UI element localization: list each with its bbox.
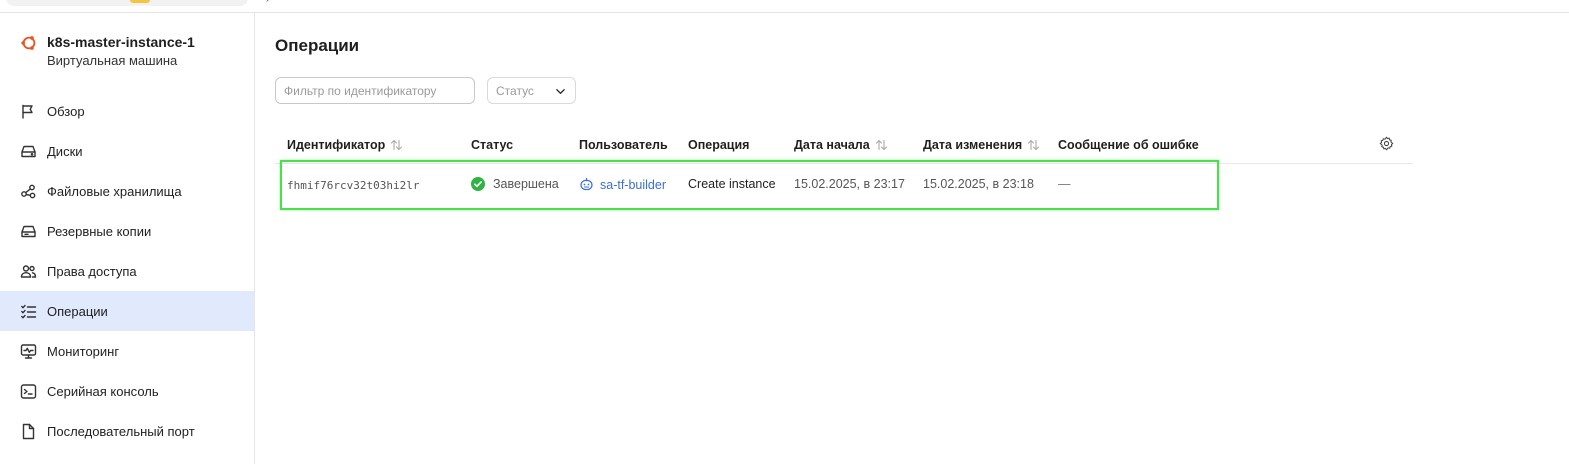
sidebar-item-overview[interactable]: Обзор bbox=[0, 91, 254, 131]
sidebar-item-label: Серийная консоль bbox=[47, 383, 159, 399]
operations-table: Идентификатор Статус Пользователь Операц… bbox=[275, 127, 1413, 210]
column-header-label: Сообщение об ошибке bbox=[1058, 138, 1199, 152]
vm-name: k8s-master-instance-1 bbox=[47, 34, 195, 50]
status-cell: Завершена bbox=[471, 177, 559, 191]
sidebar-item-access-rights[interactable]: Права доступа bbox=[0, 251, 254, 291]
sidebar: k8s-master-instance-1 Виртуальная машина… bbox=[0, 13, 255, 464]
checklist-icon bbox=[20, 303, 37, 320]
robot-icon bbox=[580, 177, 593, 191]
operation-name: Create instance bbox=[688, 177, 776, 191]
column-header-label: Статус bbox=[471, 138, 514, 152]
sort-icon bbox=[875, 139, 887, 151]
table-row[interactable]: fhmif76rcv32t03hi2lr Завершена sa-tf-bui… bbox=[275, 160, 1413, 210]
top-bar: › ▫ bbox=[0, 0, 1569, 13]
id-filter-input[interactable] bbox=[275, 77, 475, 104]
sidebar-item-serial-port[interactable]: Последовательный порт bbox=[0, 411, 254, 451]
column-header-start-date[interactable]: Дата начала bbox=[794, 138, 888, 152]
sidebar-item-monitoring[interactable]: Мониторинг bbox=[0, 331, 254, 371]
column-header-error: Сообщение об ошибке bbox=[1058, 138, 1199, 152]
operation-id: fhmif76rcv32t03hi2lr bbox=[287, 179, 420, 192]
main-content: Операции Статус Идентификатор Статус Пол… bbox=[275, 13, 1565, 464]
vm-header: k8s-master-instance-1 Виртуальная машина bbox=[20, 33, 195, 71]
modified-date: 15.02.2025, в 23:18 bbox=[923, 177, 1034, 191]
column-header-operation: Операция bbox=[688, 138, 749, 152]
sidebar-item-label: Резервные копии bbox=[47, 223, 152, 239]
sort-icon bbox=[1028, 139, 1040, 151]
sidebar-nav: Обзор Диски Файловые хранилища Резервные… bbox=[0, 91, 254, 451]
page-title: Операции bbox=[275, 36, 360, 55]
sidebar-item-label: Права доступа bbox=[47, 263, 137, 279]
disk-icon bbox=[20, 143, 37, 160]
top-search-stub[interactable] bbox=[6, 0, 248, 6]
monitor-icon bbox=[20, 343, 37, 360]
sidebar-item-label: Последовательный порт bbox=[47, 423, 195, 439]
column-header-label: Дата начала bbox=[794, 138, 870, 152]
sidebar-item-label: Файловые хранилища bbox=[47, 183, 182, 199]
status-text: Завершена bbox=[493, 177, 559, 191]
backup-icon bbox=[20, 223, 37, 240]
column-header-modified-date[interactable]: Дата изменения bbox=[923, 138, 1040, 152]
column-header-label: Пользователь bbox=[579, 138, 668, 152]
vm-type: Виртуальная машина bbox=[47, 53, 178, 68]
file-icon bbox=[20, 423, 37, 440]
status-select-label: Статус bbox=[496, 83, 534, 98]
sidebar-item-label: Обзор bbox=[47, 103, 85, 119]
terminal-icon bbox=[20, 383, 37, 400]
sidebar-item-operations[interactable]: Операции bbox=[0, 291, 254, 331]
gear-icon[interactable] bbox=[1379, 136, 1394, 151]
sidebar-item-label: Операции bbox=[47, 303, 108, 319]
column-header-id[interactable]: Идентификатор bbox=[287, 138, 403, 152]
column-header-user: Пользователь bbox=[579, 138, 668, 152]
column-header-label: Операция bbox=[688, 138, 750, 152]
share-nodes-icon bbox=[20, 183, 37, 200]
sidebar-item-backups[interactable]: Резервные копии bbox=[0, 211, 254, 251]
top-badge-stub bbox=[130, 0, 150, 3]
sidebar-item-label: Диски bbox=[47, 143, 83, 159]
column-header-status: Статус bbox=[471, 138, 513, 152]
column-header-label: Идентификатор bbox=[287, 138, 386, 152]
chevron-down-icon bbox=[556, 89, 565, 94]
ubuntu-icon bbox=[21, 36, 36, 50]
sidebar-item-file-storages[interactable]: Файловые хранилища bbox=[0, 171, 254, 211]
start-date: 15.02.2025, в 23:17 bbox=[794, 177, 905, 191]
check-circle-icon bbox=[471, 177, 485, 191]
sidebar-item-label: Мониторинг bbox=[47, 343, 120, 359]
users-icon bbox=[20, 263, 37, 280]
status-select[interactable]: Статус bbox=[487, 77, 576, 104]
top-chevron-icon[interactable]: › bbox=[266, 0, 269, 5]
sidebar-item-serial-console[interactable]: Серийная консоль bbox=[0, 371, 254, 411]
error-message: — bbox=[1058, 177, 1071, 191]
user-link[interactable]: sa-tf-builder bbox=[579, 177, 666, 192]
top-square-icon[interactable]: ▫ bbox=[292, 0, 296, 5]
column-header-label: Дата изменения bbox=[923, 138, 1023, 152]
sidebar-item-disks[interactable]: Диски bbox=[0, 131, 254, 171]
user-name: sa-tf-builder bbox=[600, 177, 666, 192]
sort-icon bbox=[391, 139, 403, 151]
table-header: Идентификатор Статус Пользователь Операц… bbox=[275, 127, 1413, 164]
flag-icon bbox=[20, 103, 37, 120]
